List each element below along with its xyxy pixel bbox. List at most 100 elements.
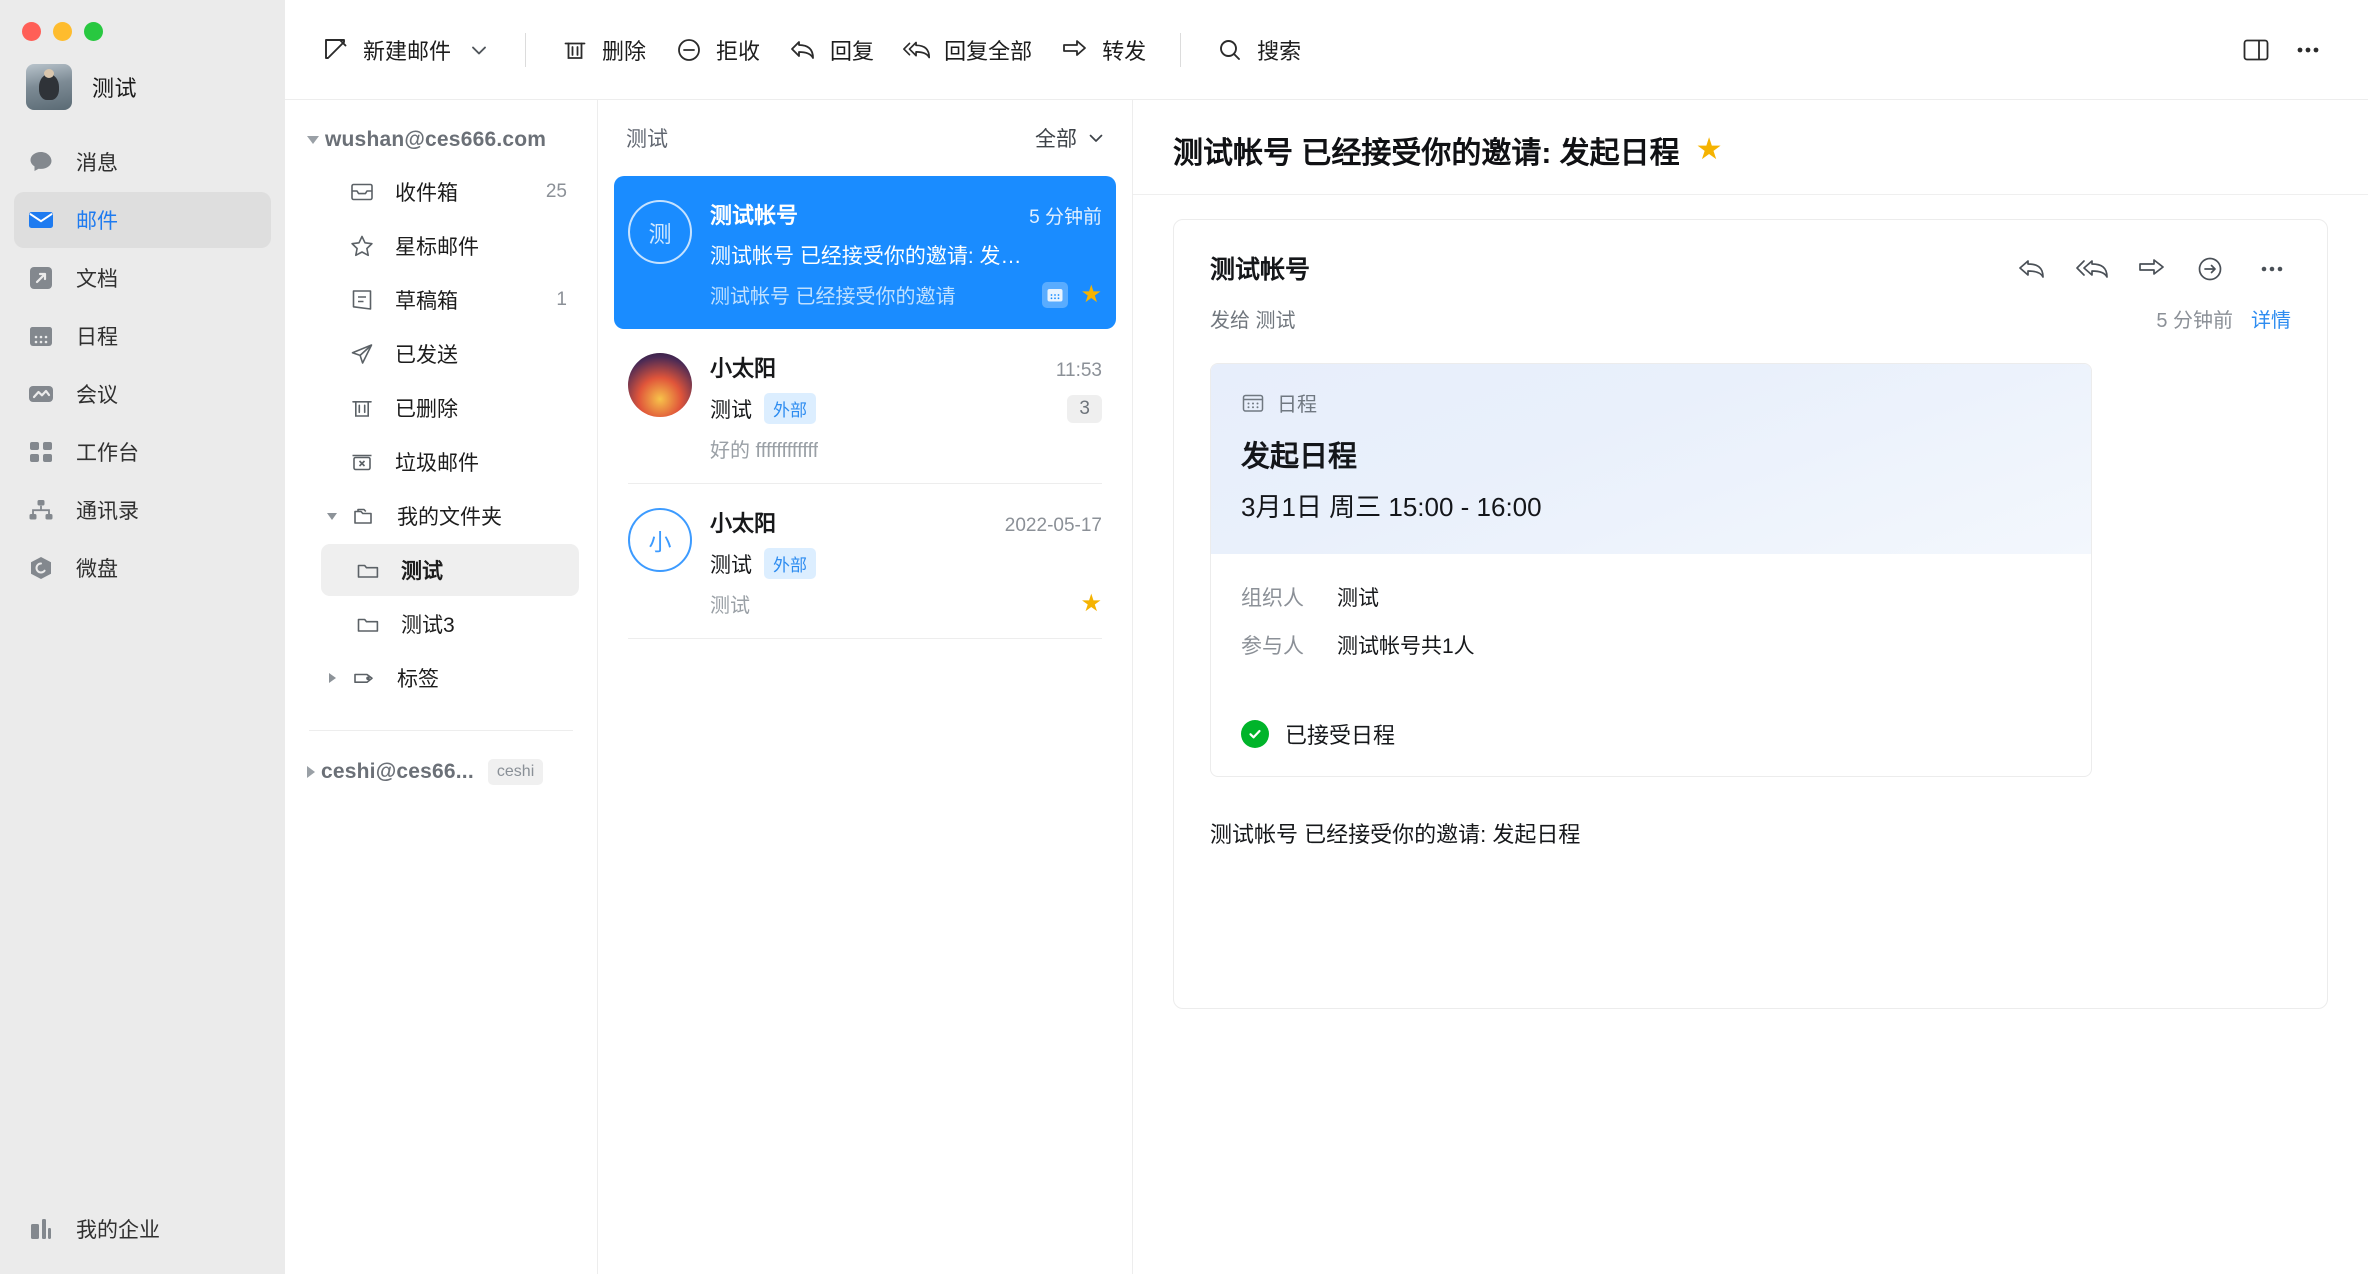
calendar-status-text: 已接受日程 — [1285, 723, 1396, 748]
sidebar-item-drafts[interactable]: 草稿箱 1 — [303, 274, 579, 326]
mail-subject: 测试 — [710, 553, 752, 577]
calendar-detail-key: 组织人 — [1241, 587, 1304, 610]
chevron-down-icon[interactable] — [307, 136, 319, 144]
doc-icon — [26, 263, 56, 293]
forward-button[interactable]: 转发 — [1046, 22, 1160, 78]
layout-toggle-button[interactable] — [2230, 24, 2282, 76]
mail-preview: 测试帐号 已经接受你的邀请 — [710, 286, 956, 308]
sidebar-item-mail[interactable]: 邮件 — [14, 192, 271, 248]
mail-list-item[interactable]: 小太阳 11:53 测试 外部 3 好的 ffffffffffff — [614, 329, 1116, 483]
profile-row[interactable]: 测试 — [0, 56, 285, 118]
grid-icon — [26, 437, 56, 467]
sidebar-item-contacts[interactable]: 通讯录 — [14, 482, 271, 538]
message-detail-link[interactable]: 详情 — [2251, 304, 2291, 333]
folder-pane: wushan@ces666.com 收件箱 25 星标邮件 草稿箱 1 已发送 … — [285, 100, 598, 1274]
reply-icon[interactable] — [2013, 250, 2051, 288]
mail-list-item[interactable]: 测 测试帐号 5 分钟前 测试帐号 已经接受你的邀请: 发… 测试帐号 已经接受… — [614, 176, 1116, 329]
mail-list-filter[interactable]: 全部 — [1035, 123, 1106, 153]
sidebar-item-drive[interactable]: 微盘 — [14, 540, 271, 596]
avatar[interactable] — [26, 64, 72, 110]
mail-list-filter-label: 全部 — [1035, 128, 1077, 151]
sidebar-item-meeting[interactable]: 会议 — [14, 366, 271, 422]
panes: wushan@ces666.com 收件箱 25 星标邮件 草稿箱 1 已发送 … — [285, 100, 2368, 1274]
delete-button[interactable]: 删除 — [546, 22, 660, 78]
calendar-status: 已接受日程 — [1211, 704, 2091, 776]
folder-open-icon — [353, 609, 383, 639]
reply-all-icon[interactable] — [2073, 250, 2111, 288]
reject-label: 拒收 — [716, 38, 761, 64]
left-rail: 测试 消息 邮件 文档 日程 会议 工作台 通讯录 微盘 我的企业 — [0, 0, 285, 1274]
compose-button[interactable]: 新建邮件 — [307, 22, 505, 78]
sidebar-item-starred[interactable]: 星标邮件 — [303, 220, 579, 272]
more-icon[interactable] — [2253, 250, 2291, 288]
sidebar-item-label: 我的文件夹 — [397, 506, 502, 529]
star-icon[interactable]: ★ — [1080, 591, 1102, 616]
sidebar-item-tags[interactable]: 标签 — [303, 652, 579, 704]
sidebar-item-ceshi[interactable]: 测试 — [321, 544, 579, 596]
forward-icon — [1060, 35, 1090, 65]
sidebar-item-spam[interactable]: 垃圾邮件 — [303, 436, 579, 488]
sidebar-item-my-folders[interactable]: 我的文件夹 — [303, 490, 579, 542]
second-account-header[interactable]: ceshi@ces66... ceshi — [303, 753, 579, 791]
sidebar-item-workbench[interactable]: 工作台 — [14, 424, 271, 480]
app-window: 测试 消息 邮件 文档 日程 会议 工作台 通讯录 微盘 我的企业 新建邮件 删… — [0, 0, 2368, 1274]
calendar-invite-card: 日程 发起日程 3月1日 周三 15:00 - 16:00 组织人 测试 参与人… — [1210, 363, 2092, 777]
spam-icon — [347, 447, 377, 477]
mail-time: 5 分钟前 — [1029, 207, 1102, 228]
account-header[interactable]: wushan@ces666.com — [303, 122, 579, 158]
search-label: 搜索 — [1257, 38, 1302, 64]
mail-sender: 小太阳 — [710, 356, 777, 381]
content-area: 新建邮件 删除 拒收 回复 回复全部 转发 搜索 wushan@ces666.c… — [285, 0, 2368, 1274]
reply-label: 回复 — [830, 38, 875, 64]
sidebar-item-docs[interactable]: 文档 — [14, 250, 271, 306]
chevron-down-icon[interactable] — [467, 38, 491, 62]
calendar-detail-value: 测试帐号共1人 — [1337, 635, 1475, 658]
reject-button[interactable]: 拒收 — [660, 22, 774, 78]
send-icon — [347, 339, 377, 369]
star-icon[interactable]: ★ — [1080, 282, 1102, 307]
avatar: 小 — [628, 508, 692, 572]
rail-nav: 消息 邮件 文档 日程 会议 工作台 通讯录 微盘 — [0, 132, 285, 598]
mail-list-item[interactable]: 小 小太阳 2022-05-17 测试 外部 测试 ★ — [614, 484, 1116, 638]
reply-all-button[interactable]: 回复全部 — [888, 22, 1046, 78]
mail-item-line-sender: 小太阳 11:53 — [710, 351, 1102, 383]
account-email: wushan@ces666.com — [325, 128, 547, 151]
sidebar-item-ceshi3[interactable]: 测试3 — [321, 598, 579, 650]
calendar-icon — [1241, 391, 1265, 415]
sidebar-item-deleted[interactable]: 已删除 — [303, 382, 579, 434]
sidebar-item-label: 星标邮件 — [395, 236, 479, 259]
sidebar-item-messages[interactable]: 消息 — [14, 134, 271, 190]
unread-count: 25 — [545, 181, 567, 202]
star-icon[interactable]: ★ — [1696, 135, 1723, 165]
chevron-right-icon[interactable] — [307, 766, 315, 778]
sidebar-item-calendar[interactable]: 日程 — [14, 308, 271, 364]
calendar-kind-label: 日程 — [1277, 394, 1317, 416]
calendar-detail-row: 组织人 测试 — [1241, 582, 2061, 612]
toolbar: 新建邮件 删除 拒收 回复 回复全部 转发 搜索 — [285, 0, 2368, 100]
search-button[interactable]: 搜索 — [1201, 22, 1315, 78]
mail-time: 11:53 — [1055, 360, 1102, 381]
minimize-window-button[interactable] — [53, 22, 72, 41]
forward-icon[interactable] — [2133, 250, 2171, 288]
mail-item-line-subject: 测试 外部 3 — [710, 393, 1102, 424]
reader-body: 测试帐号 发给 测试 5 分钟前 详情 日程 发起日程 3月1日 周三 15:0… — [1133, 195, 2368, 1274]
sidebar-item-sent[interactable]: 已发送 — [303, 328, 579, 380]
reply-button[interactable]: 回复 — [774, 22, 888, 78]
close-window-button[interactable] — [22, 22, 41, 41]
calendar-icon — [1042, 281, 1069, 308]
maximize-window-button[interactable] — [84, 22, 103, 41]
sidebar-item-label: 工作台 — [76, 442, 139, 465]
reader-header: 测试帐号 已经接受你的邀请: 发起日程 ★ — [1133, 100, 2368, 195]
sidebar-item-label: 消息 — [76, 152, 118, 175]
sidebar-item-inbox[interactable]: 收件箱 25 — [303, 166, 579, 218]
sidebar-item-company[interactable]: 我的企业 — [0, 1184, 285, 1274]
reply-all-label: 回复全部 — [944, 38, 1033, 64]
mail-subject: 测试 — [710, 398, 752, 422]
sidebar-item-label: 已删除 — [395, 398, 458, 421]
sidebar-item-label: 垃圾邮件 — [395, 452, 479, 475]
account-email: ceshi@ces66... — [321, 760, 474, 783]
chevron-right-icon[interactable] — [325, 673, 339, 683]
chevron-down-icon[interactable] — [325, 512, 339, 520]
more-options-button[interactable] — [2282, 24, 2334, 76]
forward-to-icon[interactable] — [2193, 250, 2231, 288]
